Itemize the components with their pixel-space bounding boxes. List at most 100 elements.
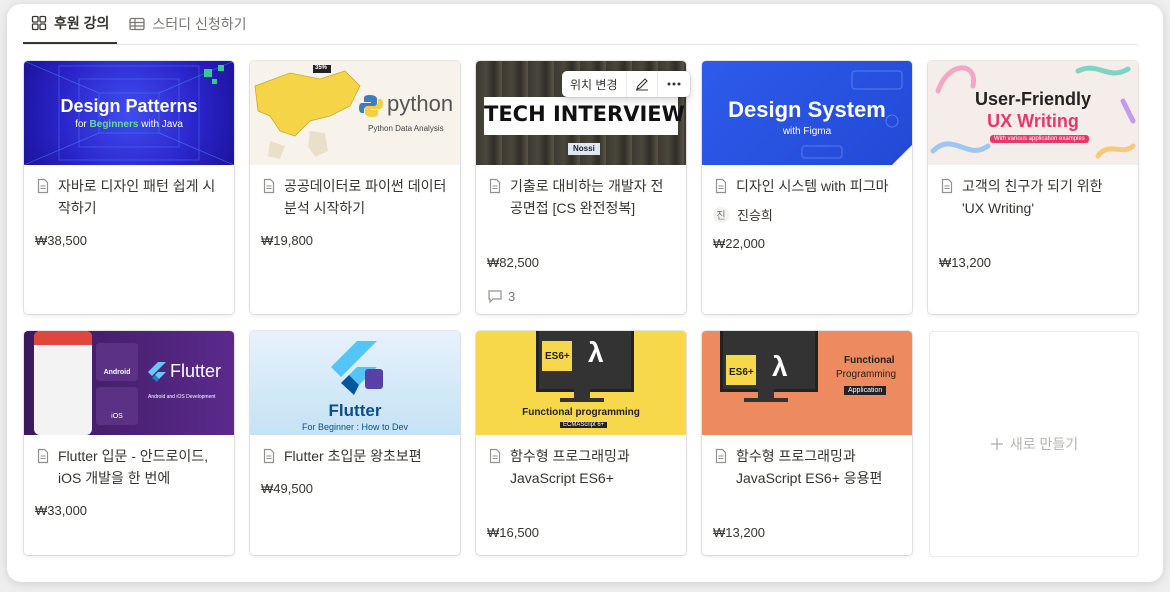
flutter-logo-icon: [148, 362, 166, 382]
more-icon: [667, 82, 680, 86]
edit-button[interactable]: [627, 71, 658, 97]
card-cover: Flutter For Beginner : How to Dev: [250, 331, 460, 435]
page-icon: [715, 178, 727, 194]
new-card-button[interactable]: 새로 만들기: [929, 331, 1139, 557]
card-price: ₩13,200: [939, 255, 992, 270]
cover-title: Functional programming: [522, 407, 640, 418]
card-title: 기출로 대비하는 개발자 전공면접 [CS 완전정복]: [510, 178, 664, 216]
gallery-window: 후원 강의 스터디 신청하기 Design Patterns for Begin…: [7, 4, 1163, 582]
table-icon: [129, 17, 146, 31]
cover-monitor-base: [560, 398, 604, 402]
view-tabs: 후원 강의 스터디 신청하기: [23, 4, 1139, 45]
card-cover: ES6+ λ Functional programming ECMAScript…: [476, 331, 686, 435]
card-title: Flutter 입문 - 안드로이드, iOS 개발을 한 번에: [58, 448, 209, 486]
cover-subtitle: For Beginner : How to Dev: [301, 422, 409, 432]
card-title: 디자인 시스템 with 피그마: [736, 178, 889, 194]
cover-subtitle-c: with Java: [138, 119, 183, 130]
card-price: ₩19,800: [261, 233, 314, 248]
cover-subtitle: for Beginners with Java: [24, 119, 234, 130]
cover-title: User-Friendly: [974, 89, 1092, 109]
cover-subtitle-a: for: [75, 119, 90, 130]
gallery-card[interactable]: Android iOS Flutter Android and iOS Deve…: [24, 331, 234, 555]
cover-subtitle: with Figma: [782, 126, 832, 137]
cover-monitor-base: [744, 398, 788, 402]
tab-label: 후원 강의: [54, 15, 110, 31]
person-property: 진 진승희: [713, 205, 901, 224]
cover-lambda: λ: [772, 351, 788, 382]
cover-title: Flutter: [328, 401, 382, 420]
new-card-label: 새로 만들기: [1009, 436, 1079, 452]
card-price: ₩33,000: [35, 503, 88, 518]
reposition-button[interactable]: 위치 변경: [562, 71, 627, 97]
cover-subtitle: Python Data Analysis: [368, 124, 444, 133]
cover-title: Flutter: [170, 361, 222, 381]
page-icon: [489, 448, 501, 464]
gallery-card[interactable]: 35% python Python Data Analysis 공공데이터로 파…: [250, 61, 460, 314]
cover-title-2: Programming: [836, 369, 897, 380]
cover-title-2: UX Writing: [987, 111, 1079, 131]
gallery-card[interactable]: ES6+ λ Functional programming ECMAScript…: [476, 331, 686, 555]
cover-badge: ES6+: [729, 367, 754, 378]
card-cover: Design Patterns for Beginners with Java: [24, 61, 234, 165]
card-title: Flutter 초입문 왕초보편: [284, 448, 422, 464]
card-price: ₩13,200: [713, 525, 766, 540]
card-title: 자바로 디자인 패턴 쉽게 시작하기: [58, 178, 216, 216]
cover-subtitle-b: Beginners: [89, 119, 139, 130]
tab-sponsor-courses[interactable]: 후원 강의: [23, 4, 118, 44]
page-icon: [37, 448, 49, 464]
cover-android: Android: [103, 369, 131, 376]
card-title: 고객의 친구가 되기 위한 'UX Writing': [962, 178, 1103, 216]
page-icon: [263, 178, 275, 194]
gallery-icon: [31, 15, 47, 31]
page-icon: [263, 448, 275, 464]
card-cover: ES6+ λ Functional Programming Applicatio…: [702, 331, 912, 435]
card-price: ₩16,500: [487, 525, 540, 540]
comment-icon: [488, 290, 502, 304]
page-icon: [941, 178, 953, 194]
card-cover: Android iOS Flutter Android and iOS Deve…: [24, 331, 234, 435]
gallery-card[interactable]: Flutter For Beginner : How to Dev Flutte…: [250, 331, 460, 555]
python-logo-icon: [359, 95, 383, 117]
tab-label: 스터디 신청하기: [152, 16, 247, 32]
pencil-icon: [635, 78, 648, 91]
card-title: 함수형 프로그래밍과 JavaScript ES6+: [510, 448, 630, 486]
comment-count: 3: [487, 288, 675, 304]
cover-lambda: λ: [588, 337, 604, 368]
gallery-card[interactable]: ES6+ λ Functional Programming Applicatio…: [702, 331, 912, 555]
gallery-card[interactable]: Design System with Figma 디자인 시스템 with 피그…: [702, 61, 912, 314]
card-cover: 35% python Python Data Analysis: [250, 61, 460, 165]
card-price: ₩22,000: [713, 236, 766, 251]
page-icon: [37, 178, 49, 194]
flutter-logo-icon: [331, 341, 383, 395]
gallery-card[interactable]: TECH INTERVIEW Nossi 기출로 대비하는 개발자 전공면접 […: [476, 61, 686, 314]
cover-ios: iOS: [111, 413, 123, 420]
card-price: ₩49,500: [261, 481, 314, 496]
gallery-card[interactable]: User-Friendly UX Writing With various ap…: [928, 61, 1138, 314]
cover-title: python: [387, 91, 454, 116]
cover-title: Functional: [844, 355, 895, 366]
card-hover-toolbar: 위치 변경: [562, 71, 690, 97]
comment-count-value: 3: [508, 288, 516, 304]
cover-subtitle: With various application examples: [990, 135, 1089, 143]
cover-phone-bar: [34, 331, 92, 345]
cover-badge: ES6+: [545, 351, 570, 362]
cover-tag: 35%: [315, 65, 328, 71]
gallery-card[interactable]: Design Patterns for Beginners with Java …: [24, 61, 234, 314]
plus-icon: [990, 438, 1003, 450]
person-name: 진승희: [737, 208, 773, 223]
tab-study-apply[interactable]: 스터디 신청하기: [121, 4, 254, 44]
card-cover: User-Friendly UX Writing With various ap…: [928, 61, 1138, 165]
cover-title: Design System: [728, 97, 886, 122]
card-price: ₩38,500: [35, 233, 88, 248]
cover-subtitle: Application: [844, 386, 887, 395]
page-icon: [715, 448, 727, 464]
card-cover: Design System with Figma: [702, 61, 912, 165]
page-icon: [489, 178, 501, 194]
cover-tag: Nossi: [573, 144, 595, 153]
more-button[interactable]: [658, 71, 690, 97]
cover-subtitle: ECMAScript 6+: [560, 422, 608, 428]
card-title: 공공데이터로 파이썬 데이터 분석 시작하기: [284, 178, 447, 216]
cover-subtitle: Android and iOS Development: [148, 394, 216, 400]
card-title: 함수형 프로그래밍과 JavaScript ES6+ 응용편: [736, 448, 883, 486]
card-price: ₩82,500: [487, 255, 540, 270]
